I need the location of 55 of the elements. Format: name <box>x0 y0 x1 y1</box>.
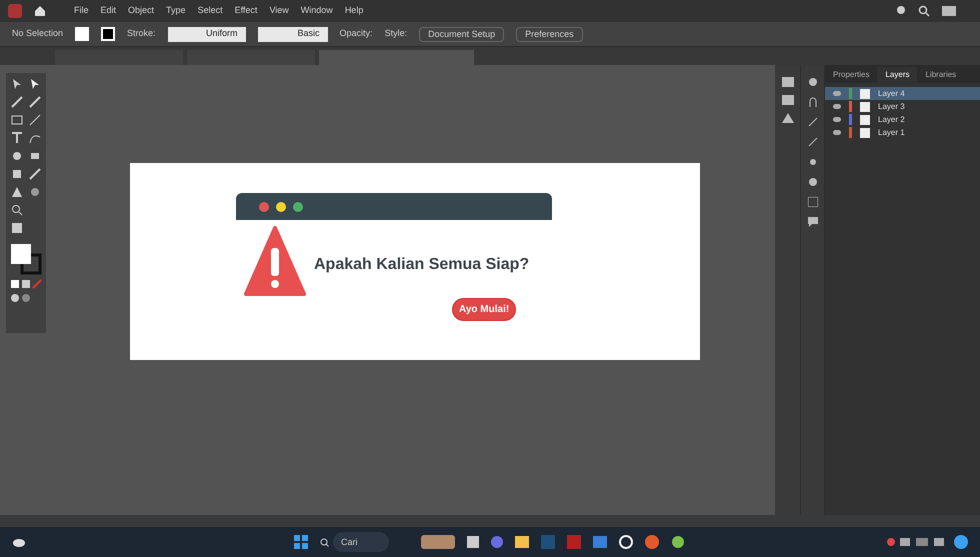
layer-row[interactable]: Layer 4 <box>825 87 980 100</box>
menu-item[interactable]: Edit <box>100 4 116 18</box>
notification-icon[interactable] <box>954 535 968 549</box>
type-tool-icon[interactable] <box>10 131 24 145</box>
search-icon[interactable] <box>918 5 930 17</box>
brush-dropdown[interactable]: Basic <box>258 26 328 42</box>
menu-item[interactable]: Help <box>344 4 364 18</box>
panel-tab[interactable]: Libraries <box>917 67 964 83</box>
message-text: Apakah Kalian Semua Siap? <box>314 255 530 275</box>
zoom-tool-icon[interactable] <box>10 203 24 217</box>
taskbar-app-icon[interactable] <box>645 535 659 549</box>
panel-icon[interactable] <box>782 95 794 105</box>
panel-tab[interactable]: Layers <box>877 67 918 83</box>
window-dots-icon <box>258 200 306 212</box>
selection-label: No Selection <box>12 27 64 40</box>
fill-swatch[interactable] <box>75 27 90 41</box>
profile-dropdown[interactable]: Uniform <box>168 26 246 42</box>
opacity-label: Opacity: <box>340 27 373 40</box>
start-icon[interactable] <box>294 535 308 549</box>
layer-row[interactable]: Layer 3 <box>825 100 980 113</box>
fill-stroke-swatch-icon[interactable] <box>10 243 42 275</box>
home-icon[interactable] <box>34 5 46 17</box>
style-label: Style: <box>384 27 408 40</box>
color-mode-icon[interactable] <box>10 279 42 289</box>
layer-name: Layer 4 <box>878 88 905 100</box>
menu-item[interactable]: Effect <box>234 4 258 18</box>
menu-item[interactable]: Window <box>300 4 333 18</box>
menu-item[interactable]: Type <box>166 4 186 18</box>
menu-item[interactable]: Object <box>128 4 154 18</box>
layer-row[interactable]: Layer 2 <box>825 113 980 126</box>
toolbar-button[interactable]: Document Setup <box>419 26 504 42</box>
toolbar-button[interactable]: Preferences <box>516 26 583 42</box>
system-tray-icon[interactable] <box>886 537 946 547</box>
start-button[interactable]: Ayo Mulai! <box>452 298 516 321</box>
layer-name: Layer 3 <box>878 100 905 112</box>
search-field[interactable]: Cari <box>333 532 389 552</box>
panel-icon[interactable] <box>782 113 794 123</box>
layer-name: Layer 1 <box>878 126 905 138</box>
layer-name: Layer 2 <box>878 114 905 126</box>
stroke-swatch[interactable] <box>101 27 116 41</box>
app-logo-icon <box>8 4 22 18</box>
line-tool-icon[interactable] <box>28 113 42 127</box>
menu-item[interactable]: View <box>269 4 289 18</box>
panel-icon[interactable] <box>782 77 794 87</box>
layer-row[interactable]: Layer 1 <box>825 126 980 139</box>
menu-item[interactable]: Select <box>198 4 223 18</box>
search-icon <box>320 538 329 546</box>
warning-icon <box>244 224 306 296</box>
stroke-label: Stroke: <box>127 27 156 40</box>
rectangle-tool-icon[interactable] <box>10 113 24 127</box>
taskbar-app-icon[interactable] <box>491 536 503 548</box>
comment-icon[interactable] <box>808 217 818 227</box>
menu-item[interactable]: File <box>74 4 89 18</box>
panel-tab[interactable]: Properties <box>825 67 878 83</box>
taskbar-app-icon[interactable] <box>671 535 685 549</box>
